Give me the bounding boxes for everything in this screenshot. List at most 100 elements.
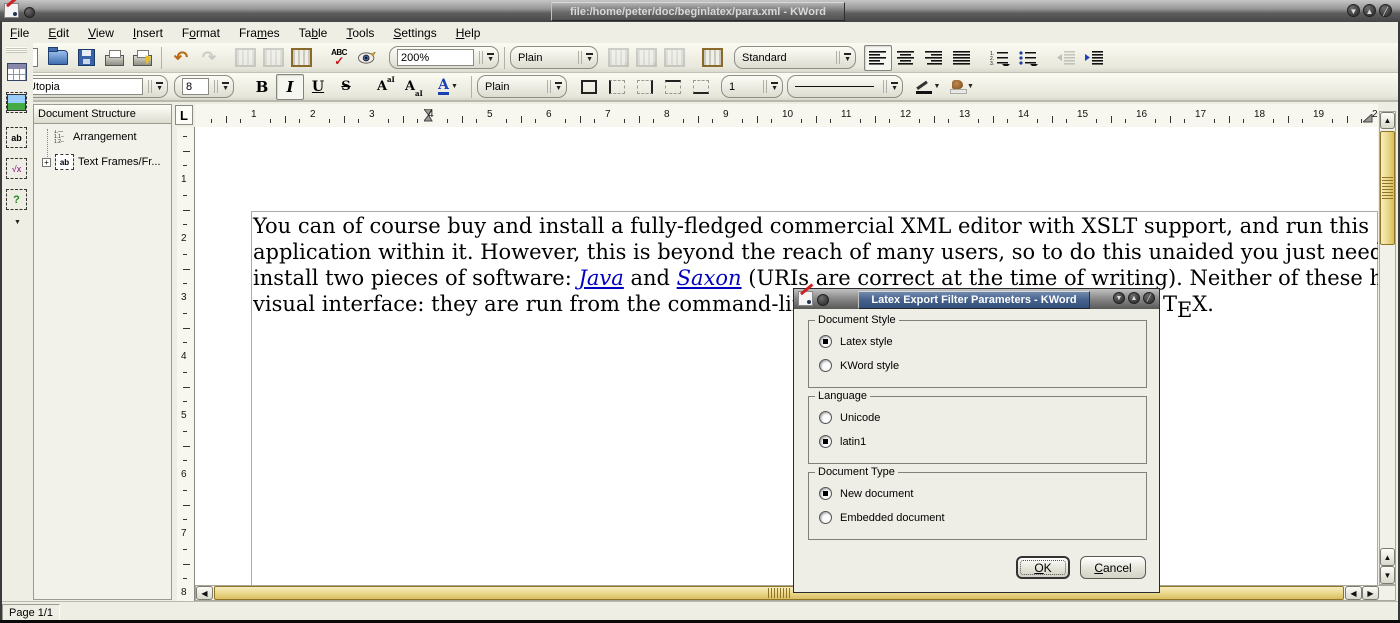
saxon-link[interactable]: Saxon (677, 266, 742, 290)
horizontal-ruler[interactable]: 1234567891011121314151617181920 (195, 104, 1378, 128)
radio-unicode[interactable]: Unicode (819, 410, 880, 425)
background-color-button[interactable]: ▼ (945, 74, 979, 100)
border-right-button[interactable] (631, 74, 659, 100)
frame-style-combobox[interactable]: Plain ▼ (477, 75, 567, 98)
toolbar-handle[interactable] (6, 47, 27, 53)
align-right-button[interactable] (920, 45, 948, 71)
save-button[interactable] (72, 45, 100, 71)
font-family-combobox[interactable]: Utopia ▼ (16, 75, 168, 98)
menu-file[interactable]: File (10, 26, 29, 40)
tree-item-arrangement[interactable]: 1.—1.1–1.2– Arrangement (54, 130, 137, 144)
vertical-ruler[interactable]: 12345678 (177, 127, 195, 601)
radio-embedded-document[interactable]: Embedded document (819, 510, 945, 525)
maximize-button[interactable]: ▲ (1363, 4, 1376, 17)
scroll-right-button[interactable]: ▶ (1362, 586, 1379, 600)
increase-indent-button[interactable] (1080, 45, 1108, 71)
redo-button[interactable]: ↷ (195, 45, 223, 71)
align-justify-button[interactable] (948, 45, 976, 71)
open-button[interactable] (44, 45, 72, 71)
zoom-combobox[interactable]: 200% ▼ (389, 46, 499, 69)
insert-table-button[interactable] (6, 61, 27, 82)
radio-new-document[interactable]: New document (819, 486, 913, 501)
radio-button[interactable] (819, 411, 832, 424)
radio-button[interactable] (819, 335, 832, 348)
bold-button[interactable]: B (248, 74, 276, 100)
radio-button[interactable] (819, 359, 832, 372)
align-center-button[interactable] (892, 45, 920, 71)
subscript-button[interactable]: AaI (396, 74, 424, 100)
style-tool-button-2[interactable]: ✳ (632, 45, 660, 71)
expander-icon[interactable]: + (42, 158, 51, 167)
scroll-left-button[interactable]: ◀ (196, 586, 213, 600)
frame-tool-button-3[interactable] (287, 45, 315, 71)
font-color-button[interactable]: A ▼ (430, 74, 466, 100)
insert-text-frame-button[interactable]: ab (6, 127, 27, 148)
radio-kword-style[interactable]: KWord style (819, 358, 899, 373)
menu-help[interactable]: Help (456, 26, 481, 40)
strikethrough-button[interactable]: S (332, 74, 360, 100)
autocorrect-button[interactable] (353, 45, 381, 71)
maximize-button[interactable]: ▲ (1128, 292, 1140, 304)
scroll-up-button-2[interactable]: ▲ (1380, 548, 1395, 566)
menu-tools[interactable]: Tools (346, 26, 374, 40)
border-color-button[interactable]: ▼ (911, 74, 945, 100)
superscript-button[interactable]: AaI (368, 74, 396, 100)
border-left-button[interactable] (603, 74, 631, 100)
scroll-down-button[interactable]: ▼ (1380, 566, 1395, 584)
insert-formula-button[interactable]: √x (6, 158, 27, 179)
cancel-button[interactable]: Cancel (1080, 556, 1146, 579)
menu-view[interactable]: View (88, 26, 114, 40)
radio-button[interactable] (819, 511, 832, 524)
close-button[interactable]: ╱ (1143, 292, 1155, 304)
vertical-scrollbar-thumb[interactable] (1380, 131, 1395, 245)
border-bottom-button[interactable] (687, 74, 715, 100)
scroll-left-button-2[interactable]: ◀ (1345, 586, 1362, 600)
insert-picture-button[interactable] (6, 92, 27, 113)
radio-latin1[interactable]: latin1 (819, 434, 866, 449)
menu-settings[interactable]: Settings (393, 26, 436, 40)
horizontal-scrollbar-thumb[interactable] (214, 586, 1344, 600)
sticky-button[interactable] (24, 5, 35, 23)
tab-stop-selector[interactable]: L (175, 105, 193, 125)
style-tool-button-3[interactable] (660, 45, 688, 71)
ok-button[interactable]: OK (1016, 556, 1070, 579)
menu-insert[interactable]: Insert (133, 26, 163, 40)
toolbar-overflow-arrow[interactable]: ▼ (0, 220, 33, 225)
radio-button[interactable] (819, 487, 832, 500)
print-button[interactable] (100, 45, 128, 71)
frame-tool-button-1[interactable] (231, 45, 259, 71)
font-size-combobox[interactable]: 8 ▼ (174, 75, 234, 98)
scroll-up-button[interactable]: ▲ (1380, 112, 1395, 129)
tree-item-text-frames[interactable]: + ab Text Frames/Fr... (42, 154, 161, 170)
menu-table[interactable]: Table (299, 26, 328, 40)
title-bar[interactable]: file:/home/peter/doc/beginlatex/para.xml… (0, 0, 1400, 22)
menu-edit[interactable]: Edit (48, 26, 69, 40)
insert-object-button[interactable]: ? (6, 189, 27, 210)
sticky-button[interactable] (817, 293, 829, 311)
border-style-combobox[interactable]: ▼ (787, 75, 903, 98)
numbered-list-button[interactable]: 1.2.3. (986, 45, 1014, 71)
underline-button[interactable]: U (304, 74, 332, 100)
radio-latex-style[interactable]: Latex style (819, 334, 893, 349)
radio-button[interactable] (819, 435, 832, 448)
spellcheck-button[interactable]: ABC✓ (325, 45, 353, 71)
undo-button[interactable]: ↶ (167, 45, 195, 71)
text-style-combobox[interactable]: Standard ▼ (734, 46, 856, 69)
decrease-indent-button[interactable] (1052, 45, 1080, 71)
border-width-combobox[interactable]: 1 ▼ (721, 75, 783, 98)
frame-tool-button-2[interactable] (259, 45, 287, 71)
style-tool-button-1[interactable]: ✳ (604, 45, 632, 71)
print-preview-button[interactable] (128, 45, 156, 71)
document-canvas[interactable]: You can of course buy and install a full… (195, 127, 1378, 585)
style-tool-button-4[interactable] (698, 45, 726, 71)
menu-format[interactable]: Format (182, 26, 220, 40)
close-button[interactable]: ╱ (1379, 4, 1392, 17)
minimize-button[interactable]: ▼ (1347, 4, 1360, 17)
minimize-button[interactable]: ▼ (1113, 292, 1125, 304)
java-link[interactable]: Java (578, 266, 623, 290)
border-all-button[interactable] (575, 74, 603, 100)
paragraph-style-combobox[interactable]: Plain ▼ (510, 46, 598, 69)
menu-frames[interactable]: Frames (239, 26, 280, 40)
border-top-button[interactable] (659, 74, 687, 100)
italic-button[interactable]: I (276, 74, 304, 100)
